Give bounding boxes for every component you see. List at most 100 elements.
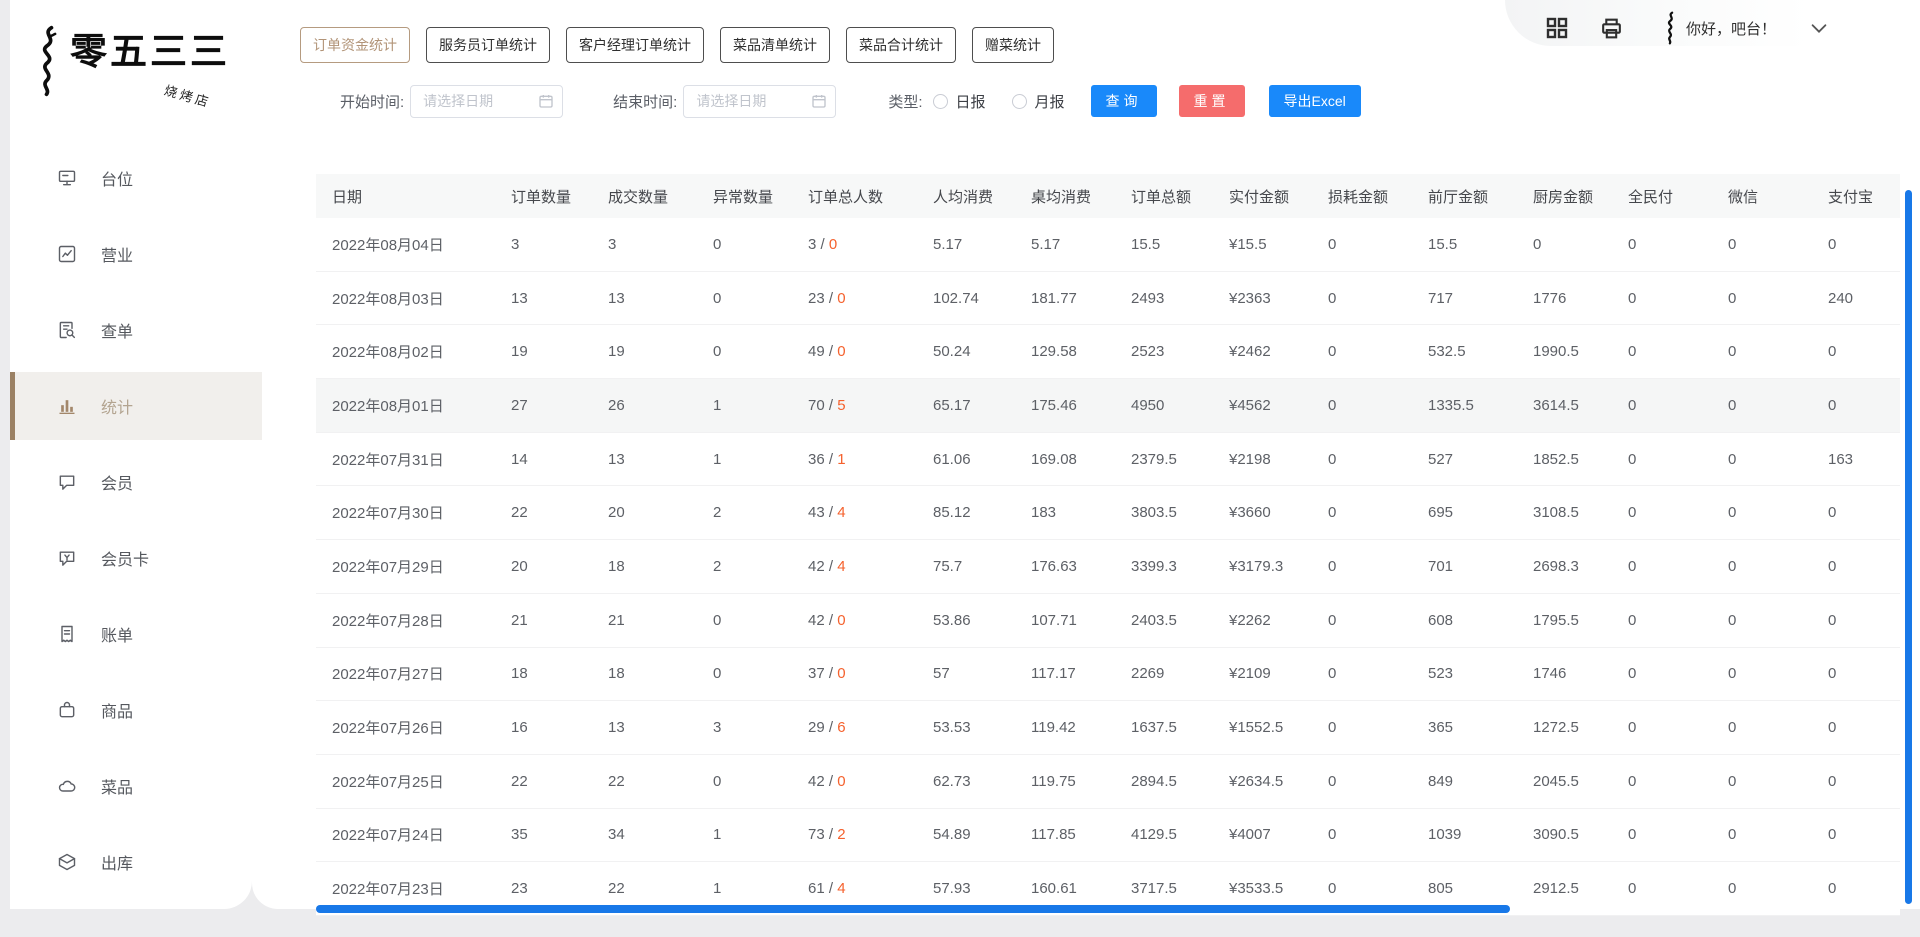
sidebar-item-dish[interactable]: 菜品 <box>10 752 262 820</box>
table-row: 2022年07月29日2018242 / 475.7176.633399.3¥3… <box>316 540 1900 594</box>
cell-date: 2022年07月25日 <box>316 771 495 792</box>
abnormal-people-count: 0 <box>837 773 845 790</box>
printer-icon[interactable] <box>1599 16 1624 41</box>
cell-paid: ¥3179.3 <box>1213 558 1312 575</box>
query-button[interactable]: 查询 <box>1091 85 1157 117</box>
cell-date: 2022年07月29日 <box>316 556 495 577</box>
cell-paid: ¥15.5 <box>1213 236 1312 253</box>
sidebar-item-goods[interactable]: 商品 <box>10 676 262 744</box>
filter-bar: 开始时间: 结束时间: 类型: 日报 月报 <box>340 84 1361 118</box>
cell-deals: 18 <box>592 665 697 682</box>
cell-orders: 23 <box>495 880 592 897</box>
cell-people: 37 / 0 <box>792 665 917 682</box>
cell-kitchen: 2912.5 <box>1517 880 1612 897</box>
sidebar-item-member[interactable]: 会员 <box>10 448 262 516</box>
sidebar-menu: 台位营业查单统计会员会员卡账单商品菜品出库 <box>10 144 262 904</box>
header-actions: 你好，吧台！ <box>1545 10 1830 46</box>
sidebar-item-member-card[interactable]: 会员卡 <box>10 524 262 592</box>
cell-total: 4129.5 <box>1115 826 1213 843</box>
sidebar-item-stock-out[interactable]: 出库 <box>10 828 262 896</box>
apps-grid-icon[interactable] <box>1545 16 1569 40</box>
logo-brush-icon <box>36 24 62 103</box>
cell-deals: 19 <box>592 343 697 360</box>
cell-front_hall: 1335.5 <box>1412 397 1517 414</box>
cell-wechat: 0 <box>1712 773 1812 790</box>
cell-deals: 18 <box>592 558 697 575</box>
table-row: 2022年07月28日2121042 / 053.86107.712403.5¥… <box>316 594 1900 648</box>
vertical-scrollbar[interactable] <box>1905 190 1912 904</box>
export-excel-button[interactable]: 导出Excel <box>1269 85 1361 117</box>
business-icon <box>57 244 77 264</box>
cell-loss: 0 <box>1312 451 1412 468</box>
cell-total: 3717.5 <box>1115 880 1213 897</box>
cell-deals: 13 <box>592 719 697 736</box>
cell-alipay: 0 <box>1812 612 1900 629</box>
cell-quanminfu: 0 <box>1612 826 1712 843</box>
cell-people: 42 / 4 <box>792 558 917 575</box>
table-row: 2022年08月02日1919049 / 050.24129.582523¥24… <box>316 325 1900 379</box>
cell-people: 42 / 0 <box>792 612 917 629</box>
end-date-input[interactable] <box>683 85 836 118</box>
cell-wechat: 0 <box>1712 451 1812 468</box>
cell-paid: ¥3533.5 <box>1213 880 1312 897</box>
radio-daily[interactable]: 日报 <box>933 91 986 112</box>
cell-per_table: 119.75 <box>1015 773 1115 790</box>
tab-1[interactable]: 服务员订单统计 <box>426 27 550 63</box>
radio-circle-icon <box>1012 94 1027 109</box>
cell-orders: 18 <box>495 665 592 682</box>
sidebar-item-table-seat[interactable]: 台位 <box>10 144 262 212</box>
cell-date: 2022年07月28日 <box>316 610 495 631</box>
tab-5[interactable]: 赠菜统计 <box>972 27 1054 63</box>
member-icon <box>57 472 77 492</box>
cell-loss: 0 <box>1312 343 1412 360</box>
cell-per_table: 169.08 <box>1015 451 1115 468</box>
cell-orders: 21 <box>495 612 592 629</box>
cell-per_person: 50.24 <box>917 343 1015 360</box>
cell-people: 49 / 0 <box>792 343 917 360</box>
sidebar-item-label: 菜品 <box>101 774 133 798</box>
cell-date: 2022年07月23日 <box>316 878 495 899</box>
cell-kitchen: 3614.5 <box>1517 397 1612 414</box>
cell-per_table: 129.58 <box>1015 343 1115 360</box>
cell-paid: ¥4562 <box>1213 397 1312 414</box>
app-window: 零五三三 烧烤店 台位营业查单统计会员会员卡账单商品菜品出库 订单资金统计服务员… <box>0 0 1920 937</box>
cell-people: 29 / 6 <box>792 719 917 736</box>
cell-date: 2022年08月03日 <box>316 288 495 309</box>
cell-people: 3 / 0 <box>792 236 917 253</box>
cell-front_hall: 701 <box>1412 558 1517 575</box>
user-greeting: 你好，吧台！ <box>1686 18 1776 39</box>
horizontal-scrollbar[interactable] <box>316 905 1510 913</box>
tab-4[interactable]: 菜品合计统计 <box>846 27 956 63</box>
cell-orders: 27 <box>495 397 592 414</box>
cell-orders: 14 <box>495 451 592 468</box>
radio-monthly[interactable]: 月报 <box>1012 91 1065 112</box>
cell-front_hall: 15.5 <box>1412 236 1517 253</box>
cell-abnormal: 3 <box>697 719 792 736</box>
sidebar-item-order-search[interactable]: 查单 <box>10 296 262 364</box>
tab-2[interactable]: 客户经理订单统计 <box>566 27 704 63</box>
sidebar-item-label: 商品 <box>101 698 133 722</box>
end-time-label: 结束时间: <box>613 91 677 112</box>
sidebar-item-label: 统计 <box>101 394 133 418</box>
tab-3[interactable]: 菜品清单统计 <box>720 27 830 63</box>
sidebar-item-business[interactable]: 营业 <box>10 220 262 288</box>
cell-wechat: 0 <box>1712 290 1812 307</box>
cell-per_table: 107.71 <box>1015 612 1115 629</box>
sidebar-item-statistics[interactable]: 统计 <box>10 372 262 440</box>
cell-per_table: 117.85 <box>1015 826 1115 843</box>
chevron-down-icon[interactable] <box>1808 17 1830 39</box>
start-date-input[interactable] <box>410 85 563 118</box>
cell-total: 3399.3 <box>1115 558 1213 575</box>
cell-date: 2022年08月02日 <box>316 341 495 362</box>
cell-date: 2022年08月01日 <box>316 395 495 416</box>
cell-total: 2379.5 <box>1115 451 1213 468</box>
cell-deals: 13 <box>592 451 697 468</box>
cell-kitchen: 3108.5 <box>1517 504 1612 521</box>
cell-abnormal: 1 <box>697 826 792 843</box>
sidebar: 零五三三 烧烤店 台位营业查单统计会员会员卡账单商品菜品出库 <box>10 0 252 909</box>
table-row: 2022年07月31日1413136 / 161.06169.082379.5¥… <box>316 433 1900 487</box>
cell-quanminfu: 0 <box>1612 504 1712 521</box>
sidebar-item-bill[interactable]: 账单 <box>10 600 262 668</box>
reset-button[interactable]: 重置 <box>1179 85 1245 117</box>
tab-0[interactable]: 订单资金统计 <box>300 27 410 63</box>
